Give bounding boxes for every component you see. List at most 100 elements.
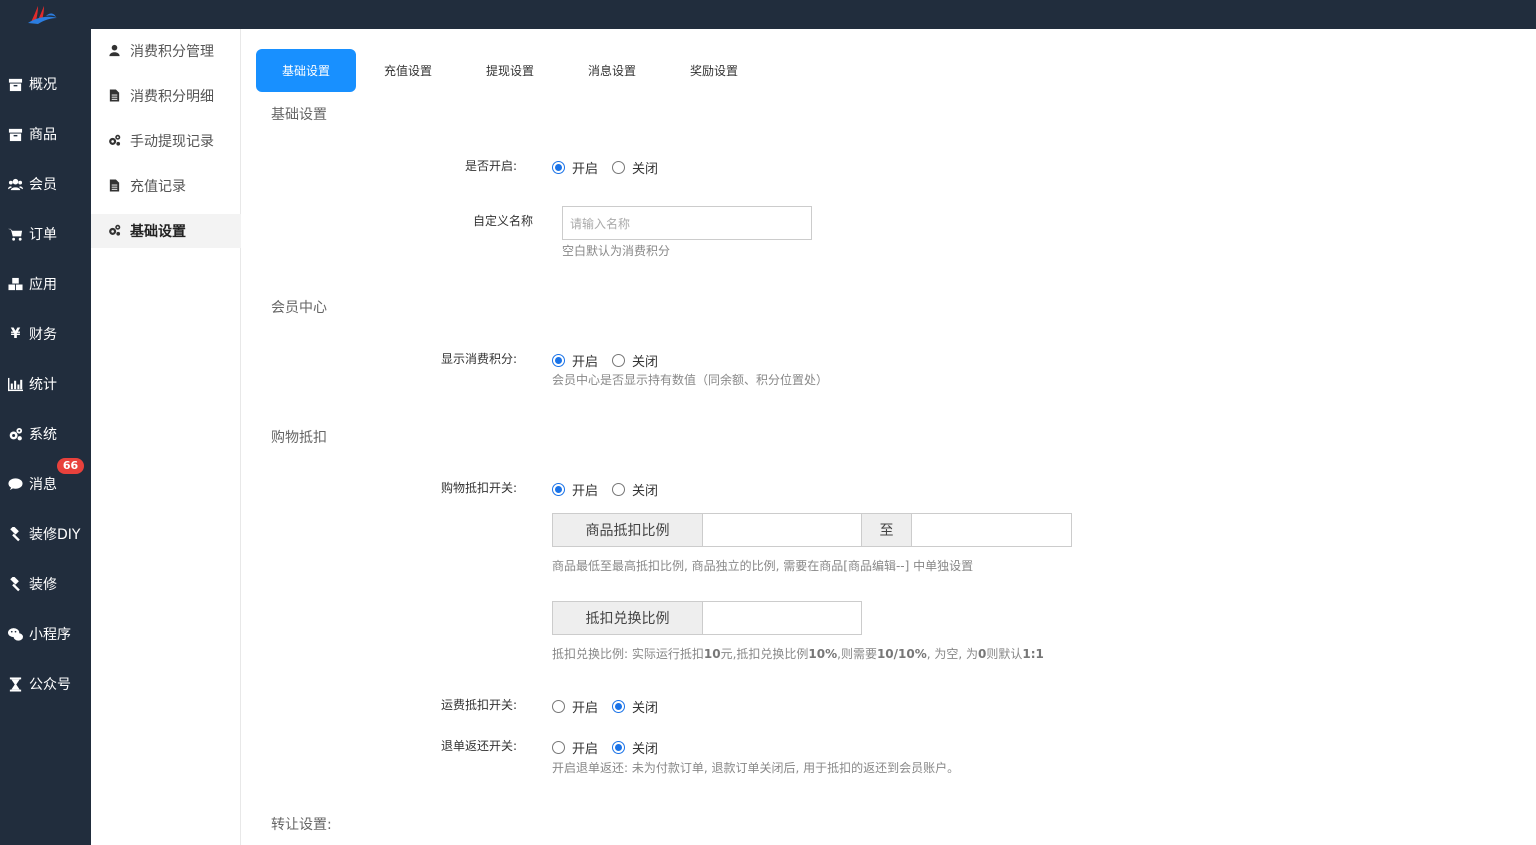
- ratio-to-addon: 至: [861, 513, 912, 547]
- subnav-item-basic-settings[interactable]: 基础设置: [91, 214, 241, 248]
- show-points-radio-group: 开启 关闭: [552, 351, 672, 370]
- nav-item-member[interactable]: 会员: [0, 164, 91, 204]
- exchange-help-part: , 为空, 为: [926, 647, 979, 661]
- exchange-help-bold: 1:1: [1022, 647, 1044, 661]
- refund-help-text: 开启退单返还: 未为付款订单, 退款订单关闭后, 用于抵扣的返还到会员账户。: [552, 761, 960, 775]
- nav-item-label: 订单: [29, 227, 57, 243]
- nav-item-official-account[interactable]: 公众号: [0, 664, 91, 704]
- deduct-on-radio[interactable]: [552, 483, 565, 496]
- nav-item-miniprogram[interactable]: 小程序: [0, 614, 91, 654]
- file-icon: [108, 89, 122, 103]
- exchange-ratio-input[interactable]: [702, 601, 862, 635]
- radio-label-on: 开启: [572, 162, 599, 177]
- radio-label-on: 开启: [572, 484, 599, 499]
- nav-item-statistics[interactable]: 统计: [0, 364, 91, 404]
- radio-label-on: 开启: [572, 742, 599, 757]
- ratio-addon: 商品抵扣比例: [552, 513, 703, 547]
- nav-item-label: 装修DIY: [29, 527, 81, 543]
- user-icon: [108, 44, 122, 58]
- exchange-help-bold: 10%: [808, 647, 838, 661]
- users-icon: [7, 176, 24, 193]
- gears-icon: [108, 134, 122, 148]
- refund-on-radio[interactable]: [552, 741, 565, 754]
- exchange-addon: 抵扣兑换比例: [552, 601, 703, 635]
- bar-chart-icon: [7, 376, 24, 393]
- enable-off-radio[interactable]: [612, 161, 626, 174]
- nav-item-message[interactable]: 消息 66: [0, 458, 91, 504]
- refund-off-radio[interactable]: [612, 741, 626, 754]
- radio-label-off: 关闭: [632, 484, 659, 499]
- exchange-help-part: ,则需要: [837, 647, 877, 661]
- archive-icon: [7, 76, 24, 93]
- nav-item-overview[interactable]: 概况: [0, 64, 91, 104]
- nav-item-label: 应用: [29, 277, 57, 293]
- subnav-item-label: 消费积分明细: [130, 89, 214, 105]
- subnav-item-withdraw-record[interactable]: 手动提现记录: [91, 124, 241, 158]
- tab-reward-settings[interactable]: 奖励设置: [664, 49, 764, 92]
- exchange-help-part: 抵扣兑换比例: 实际运行抵扣: [552, 647, 704, 661]
- show-points-help-text: 会员中心是否显示持有数值（同余额、积分位置处）: [552, 373, 829, 387]
- enable-on-radio[interactable]: [552, 161, 565, 174]
- nav-item-app[interactable]: 应用: [0, 264, 91, 304]
- hourglass-icon: [7, 676, 24, 693]
- nav-item-label: 装修: [29, 577, 57, 593]
- archive-icon: [7, 126, 24, 143]
- subnav-item-label: 充值记录: [130, 179, 186, 195]
- gavel-icon: [7, 576, 24, 593]
- gears-icon: [7, 426, 24, 443]
- subnav-item-label: 手动提现记录: [130, 134, 214, 150]
- nav-item-label: 概况: [29, 77, 57, 93]
- ratio-help-text: 商品最低至最高抵扣比例, 商品独立的比例, 需要在商品[商品编辑--] 中单独设…: [552, 559, 974, 573]
- freight-on-radio[interactable]: [552, 700, 565, 713]
- subnav-item-points-detail[interactable]: 消费积分明细: [91, 79, 241, 113]
- ratio-min-input[interactable]: [702, 513, 862, 547]
- exchange-help-text: 抵扣兑换比例: 实际运行抵扣10元,抵扣兑换比例10%,则需要10/10%, 为…: [552, 645, 1044, 662]
- radio-label-off: 关闭: [632, 355, 659, 370]
- show-on-radio[interactable]: [552, 354, 565, 367]
- tab-withdraw-settings[interactable]: 提现设置: [460, 49, 560, 92]
- ratio-max-input[interactable]: [911, 513, 1072, 547]
- nav-item-label: 小程序: [29, 627, 71, 643]
- nav-item-goods[interactable]: 商品: [0, 114, 91, 154]
- comment-icon: [7, 476, 24, 493]
- subnav-item-label: 基础设置: [130, 224, 186, 240]
- deduct-switch-label: 购物抵扣开关:: [440, 481, 517, 495]
- tab-basic-settings[interactable]: 基础设置: [256, 49, 356, 92]
- tab-recharge-settings[interactable]: 充值设置: [358, 49, 458, 92]
- exchange-help-bold: 10: [703, 647, 721, 661]
- section-title-deduct: 购物抵扣: [271, 430, 327, 446]
- radio-label-off: 关闭: [632, 162, 659, 177]
- message-count-badge: 66: [57, 458, 84, 474]
- gavel-icon: [7, 526, 24, 543]
- name-help-text: 空白默认为消费积分: [562, 244, 671, 258]
- main-content: 基础设置 充值设置 提现设置 消息设置 奖励设置 基础设置 是否开启: 开启 关…: [242, 29, 1536, 845]
- nav-item-decoration-diy[interactable]: 装修DIY: [0, 514, 91, 554]
- deduct-off-radio[interactable]: [612, 483, 626, 496]
- nav-item-order[interactable]: 订单: [0, 214, 91, 254]
- logo-icon[interactable]: [26, 4, 60, 26]
- cubes-icon: [7, 276, 24, 293]
- exchange-help-part: 则默认: [986, 647, 1023, 661]
- custom-name-input[interactable]: 请输入名称: [562, 206, 812, 240]
- freight-switch-radio-group: 开启 关闭: [552, 697, 672, 716]
- nav-item-system[interactable]: 系统: [0, 414, 91, 454]
- subnav-item-recharge-record[interactable]: 充值记录: [91, 169, 241, 203]
- nav-item-decoration[interactable]: 装修: [0, 564, 91, 604]
- top-bar: [0, 0, 1536, 29]
- enable-radio-group: 开启 关闭: [552, 158, 672, 177]
- refund-switch-radio-group: 开启 关闭: [552, 738, 672, 757]
- section-title-member: 会员中心: [271, 300, 327, 316]
- tab-message-settings[interactable]: 消息设置: [562, 49, 662, 92]
- cart-icon: [7, 226, 24, 243]
- show-off-radio[interactable]: [612, 354, 626, 367]
- exchange-help-bold: 10/10%: [876, 647, 927, 661]
- secondary-sidebar: 消费积分管理 消费积分明细 手动提现记录 充值记录 基础设置: [91, 29, 241, 845]
- radio-label-off: 关闭: [632, 701, 659, 716]
- yen-icon: ¥: [10, 326, 21, 342]
- subnav-item-points-manage[interactable]: 消费积分管理: [91, 34, 241, 68]
- nav-item-label: 财务: [29, 327, 57, 343]
- section-title-transfer: 转让设置:: [271, 817, 332, 833]
- nav-item-finance[interactable]: ¥ 财务: [0, 314, 91, 354]
- freight-off-radio[interactable]: [612, 700, 626, 713]
- radio-label-off: 关闭: [632, 742, 659, 757]
